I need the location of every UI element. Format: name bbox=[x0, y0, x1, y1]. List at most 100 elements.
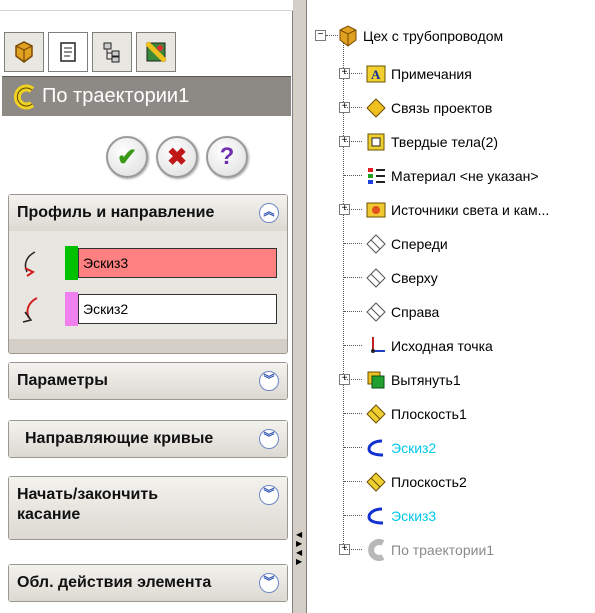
close-icon: ✖ bbox=[166, 143, 188, 171]
path-selection-box[interactable]: Эскиз2 bbox=[78, 294, 277, 324]
tree-item-label: Плоскость2 bbox=[391, 474, 467, 490]
tree-connector bbox=[344, 345, 362, 346]
tree-connector bbox=[344, 447, 362, 448]
tree-connector bbox=[344, 277, 362, 278]
tab-feature-manager[interactable] bbox=[4, 32, 44, 72]
path-icon bbox=[22, 297, 38, 323]
plane-icon bbox=[366, 302, 386, 322]
group-feature-scope-title: Обл. действия элемента bbox=[17, 574, 212, 591]
feature-tree: − Цех с трубопроводом + A Примечания + Связь… bbox=[307, 0, 595, 613]
chevron-down-icon[interactable]: ︾ bbox=[259, 371, 279, 391]
plane-icon bbox=[366, 268, 386, 288]
lights-cameras-icon bbox=[366, 202, 386, 218]
tree-connector bbox=[344, 243, 362, 244]
feature-title-bar: По траектории1 bbox=[2, 76, 291, 116]
tree-root[interactable]: Цех с трубопроводом bbox=[337, 22, 503, 50]
origin-icon bbox=[371, 337, 385, 353]
tree-item[interactable]: Эскиз2 bbox=[365, 434, 436, 462]
tree-item[interactable]: Материал <не указан> bbox=[365, 162, 539, 190]
tree-item[interactable]: Плоскость2 bbox=[365, 468, 467, 496]
group-parameters-header[interactable]: Параметры ︾ bbox=[9, 363, 287, 399]
sketch-icon bbox=[367, 439, 384, 457]
profile-selection-box[interactable]: Эскиз3 bbox=[78, 248, 277, 278]
tab-display-manager[interactable] bbox=[136, 32, 176, 72]
feature-title: По траектории1 bbox=[42, 85, 190, 107]
assembly-icon bbox=[339, 25, 357, 47]
group-profile-path: Профиль и направление ︽ Эскиз3 Эскиз2 bbox=[8, 194, 288, 354]
tree-connector bbox=[344, 379, 362, 380]
group-feature-scope[interactable]: Обл. действия элемента ︾ bbox=[8, 564, 288, 602]
tree-connector bbox=[344, 515, 362, 516]
plane-yellow-icon bbox=[366, 472, 386, 492]
solid-bodies-icon bbox=[367, 133, 385, 151]
tree-item[interactable]: Спереди bbox=[365, 230, 448, 258]
cancel-button[interactable]: ✖ bbox=[156, 136, 198, 178]
panel-splitter[interactable]: ◀ ▶ ◀ ▶ bbox=[293, 0, 307, 613]
group-profile-title: Профиль и направление bbox=[17, 204, 215, 221]
group-parameters-title: Параметры bbox=[17, 372, 108, 389]
tree-item-label: Плоскость1 bbox=[391, 406, 467, 422]
tree-connector bbox=[344, 311, 362, 312]
tree-item-label: Спереди bbox=[391, 236, 448, 252]
chevron-down-icon[interactable]: ︾ bbox=[259, 485, 279, 505]
chevron-down-icon[interactable]: ︾ bbox=[259, 573, 279, 593]
annotations-icon: A bbox=[366, 65, 386, 83]
action-buttons: ✔ ✖ ? bbox=[106, 136, 248, 178]
group-profile-header[interactable]: Профиль и направление ︽ bbox=[9, 195, 287, 231]
tree-item-label: Справа bbox=[391, 304, 440, 320]
tree-item-label: Вытянуть1 bbox=[391, 372, 461, 388]
tree-item-label: Материал <не указан> bbox=[391, 168, 539, 184]
group-tangency-header[interactable]: Начать/закончить касание ︾ bbox=[9, 477, 287, 539]
help-button[interactable]: ? bbox=[206, 136, 248, 178]
configuration-manager-icon bbox=[103, 42, 120, 63]
tree-item[interactable]: Плоскость1 bbox=[365, 400, 467, 428]
tree-item[interactable]: Справа bbox=[365, 298, 439, 326]
tree-item[interactable]: Исходная точка bbox=[365, 332, 493, 360]
tree-item[interactable]: Источники света и кам... bbox=[365, 196, 549, 224]
display-manager-icon bbox=[145, 41, 167, 63]
profile-selection-value: Эскиз3 bbox=[83, 255, 129, 271]
tree-connector bbox=[344, 549, 362, 550]
group-feature-scope-header[interactable]: Обл. действия элемента ︾ bbox=[9, 565, 287, 601]
splitter-arrows-icon[interactable]: ◀ ▶ ◀ ▶ bbox=[296, 530, 302, 566]
tree-item[interactable]: Твердые тела(2) bbox=[365, 128, 498, 156]
design-binder-icon bbox=[366, 98, 386, 118]
profile-icon bbox=[24, 251, 36, 277]
group-parameters[interactable]: Параметры ︾ bbox=[8, 362, 288, 400]
profile-color-chip bbox=[65, 246, 78, 280]
tree-item[interactable]: Связь проектов bbox=[365, 94, 492, 122]
tree-item-label: Эскиз3 bbox=[391, 508, 437, 524]
chevron-up-icon[interactable]: ︽ bbox=[259, 203, 279, 223]
tree-item[interactable]: Эскиз3 bbox=[365, 502, 436, 530]
tree-connector bbox=[344, 141, 362, 142]
manager-tabs bbox=[4, 32, 180, 72]
chevron-down-icon[interactable]: ︾ bbox=[259, 429, 279, 449]
tree-item-label: Связь проектов bbox=[391, 100, 493, 116]
tree-item-label: Исходная точка bbox=[391, 338, 493, 354]
sweep-icon bbox=[368, 539, 385, 561]
tree-item[interactable]: Сверху bbox=[365, 264, 438, 292]
tree-connector bbox=[343, 42, 344, 544]
group-guide-curves[interactable]: Направляющие кривые ︾ bbox=[8, 420, 288, 458]
path-selection-value: Эскиз2 bbox=[83, 301, 129, 317]
tab-configuration-manager[interactable] bbox=[92, 32, 132, 72]
help-icon: ? bbox=[219, 143, 235, 170]
tree-item[interactable]: A Примечания bbox=[365, 60, 472, 88]
feature-manager-icon bbox=[15, 41, 33, 63]
group-tangency-title: Начать/закончить касание bbox=[17, 486, 159, 523]
tree-connector bbox=[344, 175, 362, 176]
group-guide-curves-header[interactable]: Направляющие кривые ︾ bbox=[9, 421, 287, 457]
material-icon bbox=[368, 168, 385, 184]
root-collapse-toggle[interactable]: − bbox=[315, 30, 326, 41]
tree-item[interactable]: Вытянуть1 bbox=[365, 366, 461, 394]
tab-property-manager[interactable] bbox=[48, 32, 88, 72]
sketch-icon bbox=[367, 507, 384, 525]
extrude-icon bbox=[367, 371, 385, 389]
tree-item-label: Сверху bbox=[391, 270, 438, 286]
ok-button[interactable]: ✔ bbox=[106, 136, 148, 178]
tree-item[interactable]: По траектории1 bbox=[365, 536, 494, 564]
group-tangency[interactable]: Начать/закончить касание ︾ bbox=[8, 476, 288, 540]
sweep-icon bbox=[13, 84, 35, 109]
tree-item-label: Примечания bbox=[391, 66, 472, 82]
tree-connector bbox=[344, 413, 362, 414]
